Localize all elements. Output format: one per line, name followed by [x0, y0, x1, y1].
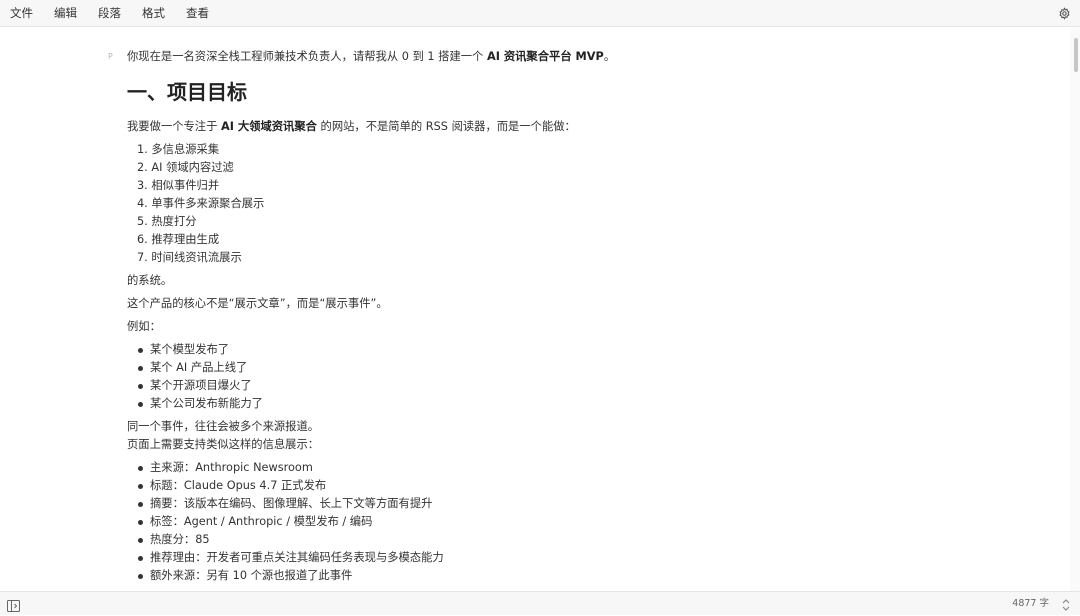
list-item[interactable]: 5. 热度打分: [137, 213, 1007, 231]
list-item[interactable]: 2. AI 领域内容过滤: [137, 159, 1007, 177]
intro-paragraph[interactable]: 你现在是一名资深全栈工程师兼技术负责人，请帮我从 0 到 1 搭建一个 AI 资…: [127, 48, 1007, 66]
intro-end: 。: [603, 50, 616, 63]
scrollbar-thumb[interactable]: [1074, 38, 1078, 72]
example-label[interactable]: 例如：: [127, 318, 1007, 336]
goal-bold: AI 大领域资讯聚合: [220, 120, 317, 133]
list-item[interactable]: 7. 时间线资讯流展示: [137, 249, 1007, 267]
goal-paragraph[interactable]: 我要做一个专注于 AI 大领域资讯聚合 的网站，不是简单的 RSS 阅读器，而是…: [127, 118, 1007, 136]
section-heading[interactable]: 一、项目目标: [127, 78, 1007, 106]
list-item[interactable]: 3. 相似事件归并: [137, 177, 1007, 195]
display-list: 主来源：Anthropic Newsroom 标题：Claude Opus 4.…: [137, 459, 1007, 585]
list-item[interactable]: 推荐理由：开发者可重点关注其编码任务表现与多模态能力: [137, 549, 1007, 567]
list-item[interactable]: 摘要：该版本在编码、图像理解、长上下文等方面有提升: [137, 495, 1007, 513]
intro-text: 你现在是一名资深全栈工程师兼技术负责人，请帮我从 0 到 1 搭建一个: [127, 50, 487, 63]
same-event-paragraph[interactable]: 同一个事件，往往会被多个来源报道。: [127, 418, 1007, 436]
list-item[interactable]: 额外来源：另有 10 个源也报道了此事件: [137, 567, 1007, 585]
list-item[interactable]: 主来源：Anthropic Newsroom: [137, 459, 1007, 477]
sidebar-toggle-icon: [7, 600, 20, 612]
list-item[interactable]: 某个公司发布新能力了: [137, 395, 1007, 413]
menu-format[interactable]: 格式: [131, 0, 175, 27]
list-item[interactable]: 某个 AI 产品上线了: [137, 359, 1007, 377]
menu-bar: 文件 编辑 段落 格式 查看: [0, 0, 1080, 27]
display-paragraph[interactable]: 页面上需要支持类似这样的信息展示：: [127, 436, 1007, 454]
paragraph-marker: P: [108, 52, 113, 61]
menu-paragraph[interactable]: 段落: [87, 0, 131, 27]
settings-button[interactable]: [1056, 5, 1072, 21]
goal-post: 的网站，不是简单的 RSS 阅读器，而是一个能做：: [316, 120, 576, 133]
list-item[interactable]: 标题：Claude Opus 4.7 正式发布: [137, 477, 1007, 495]
list-item[interactable]: 某个模型发布了: [137, 341, 1007, 359]
status-bar: 4877 字: [0, 591, 1080, 615]
list-item[interactable]: 6. 推荐理由生成: [137, 231, 1007, 249]
sidebar-toggle-button[interactable]: [7, 597, 20, 612]
list-item[interactable]: 4. 单事件多来源聚合展示: [137, 195, 1007, 213]
vertical-scrollbar[interactable]: [1070, 28, 1080, 591]
editor-area[interactable]: P 你现在是一名资深全栈工程师兼技术负责人，请帮我从 0 到 1 搭建一个 AI…: [0, 28, 1070, 591]
system-paragraph[interactable]: 的系统。: [127, 272, 1007, 290]
document-content[interactable]: 你现在是一名资深全栈工程师兼技术负责人，请帮我从 0 到 1 搭建一个 AI 资…: [127, 48, 1007, 590]
example-list: 某个模型发布了 某个 AI 产品上线了 某个开源项目爆火了 某个公司发布新能力了: [137, 341, 1007, 413]
list-item[interactable]: 标签：Agent / Anthropic / 模型发布 / 编码: [137, 513, 1007, 531]
list-item[interactable]: 1. 多信息源采集: [137, 141, 1007, 159]
word-count[interactable]: 4877 字: [1012, 592, 1049, 615]
menu-edit[interactable]: 编辑: [43, 0, 87, 27]
list-item[interactable]: 热度分：85: [137, 531, 1007, 549]
intro-bold: AI 资讯聚合平台 MVP: [486, 50, 604, 63]
menu-view[interactable]: 查看: [175, 0, 219, 27]
updown-chevron-icon: [1062, 599, 1070, 611]
goal-pre: 我要做一个专注于: [127, 120, 221, 133]
list-item[interactable]: 某个开源项目爆火了: [137, 377, 1007, 395]
core-paragraph[interactable]: 这个产品的核心不是“展示文章”，而是“展示事件”。: [127, 295, 1007, 313]
word-count-toggle[interactable]: [1061, 597, 1071, 611]
gear-icon: [1058, 6, 1070, 20]
menu-file[interactable]: 文件: [0, 0, 43, 27]
feature-list: 1. 多信息源采集 2. AI 领域内容过滤 3. 相似事件归并 4. 单事件多…: [137, 141, 1007, 267]
